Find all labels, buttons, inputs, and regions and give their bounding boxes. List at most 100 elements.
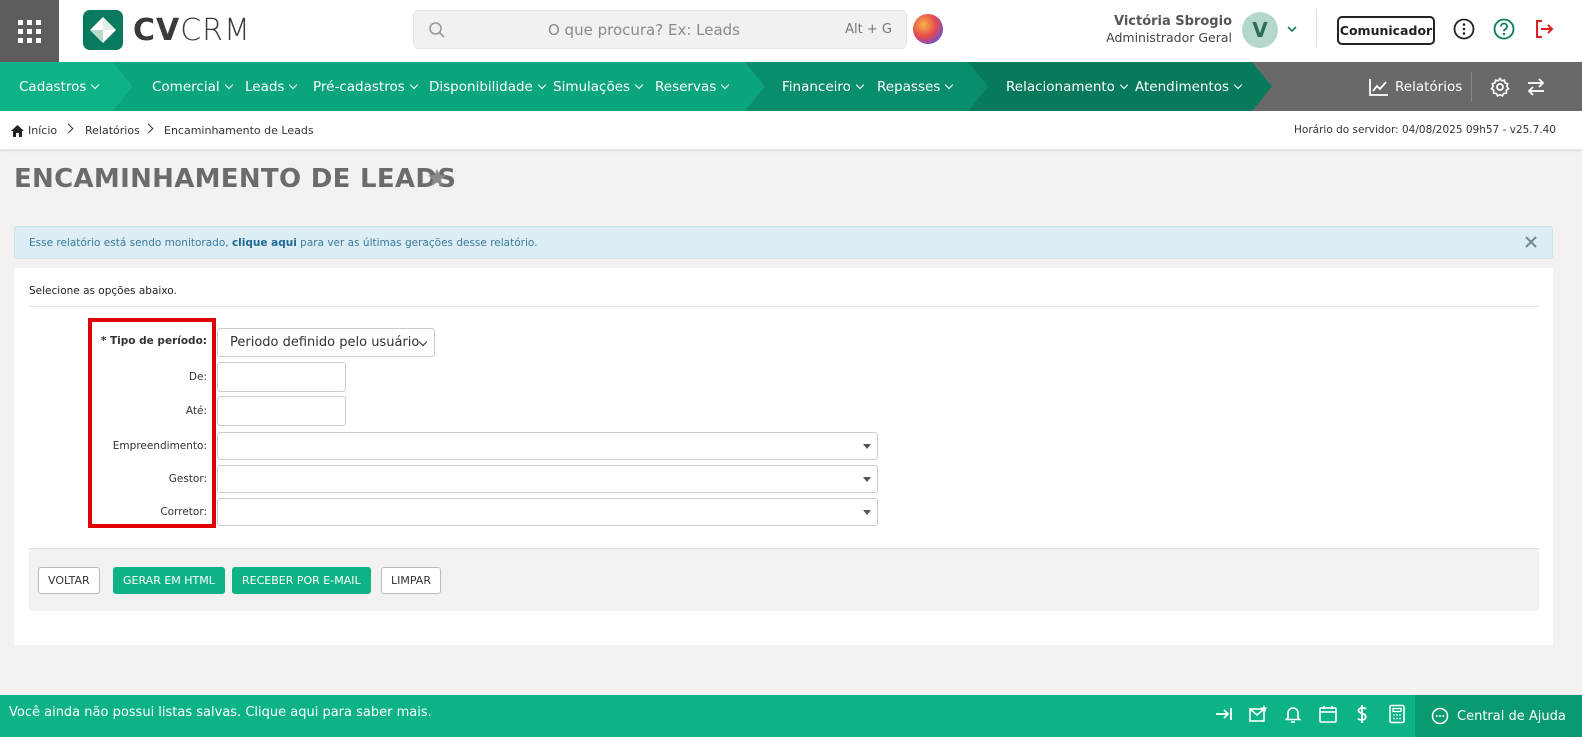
alert-link[interactable]: clique aqui bbox=[232, 237, 297, 249]
top-bar: CVCRM Alt + G Victória Sbrogio Administr… bbox=[0, 0, 1582, 62]
favorite-star-icon[interactable] bbox=[427, 168, 447, 188]
monitoring-alert: Esse relatório está sendo monitorado, cl… bbox=[14, 226, 1553, 259]
report-form-panel: Selecione as opções abaixo. * Tipo de pe… bbox=[14, 268, 1553, 645]
chevron-down-icon bbox=[537, 80, 547, 89]
corretor-select[interactable] bbox=[217, 498, 878, 526]
calculator-icon[interactable] bbox=[1387, 704, 1407, 724]
comunicador-button[interactable]: Comunicador bbox=[1337, 16, 1435, 45]
chevron-down-icon bbox=[721, 80, 730, 89]
nav-relacionamento[interactable]: Relacionamento bbox=[1006, 62, 1129, 111]
gestor-label: Gestor: bbox=[168, 473, 207, 485]
chart-line-icon bbox=[1369, 78, 1388, 96]
de-label: De: bbox=[188, 371, 207, 383]
swap-icon[interactable] bbox=[1526, 77, 1546, 97]
empreendimento-select[interactable] bbox=[217, 432, 878, 460]
nav-pre-cadastros[interactable]: Pré-cadastros bbox=[313, 62, 418, 111]
tipo-periodo-value: Periodo definido pelo usuário bbox=[230, 335, 420, 350]
tipo-periodo-label: * Tipo de período: bbox=[100, 335, 207, 347]
home-icon bbox=[11, 124, 24, 137]
divider bbox=[29, 306, 1539, 307]
form-actions: VOLTAR GERAR EM HTML RECEBER POR E-MAIL … bbox=[29, 548, 1539, 611]
nav-relatorios[interactable]: Relatórios bbox=[1369, 62, 1462, 111]
nav-repasses[interactable]: Repasses bbox=[877, 62, 954, 111]
chevron-down-icon bbox=[224, 80, 233, 89]
ai-assistant-icon[interactable] bbox=[913, 14, 943, 44]
nav-simulacoes[interactable]: Simulações bbox=[553, 62, 644, 111]
highlight-box bbox=[88, 318, 216, 528]
caret-down-icon bbox=[863, 510, 871, 515]
corretor-label: Corretor: bbox=[160, 506, 207, 518]
avatar[interactable]: V bbox=[1242, 12, 1278, 48]
nav-cadastros[interactable]: Cadastros bbox=[19, 62, 100, 111]
form-hint: Selecione as opções abaixo. bbox=[29, 285, 177, 297]
user-role: Administrador Geral bbox=[1106, 30, 1232, 45]
caret-down-icon bbox=[863, 444, 871, 449]
grid-icon bbox=[18, 19, 41, 43]
limpar-button[interactable]: LIMPAR bbox=[381, 567, 441, 594]
global-search[interactable]: Alt + G bbox=[413, 10, 907, 49]
chevron-down-icon bbox=[1233, 80, 1243, 89]
breadcrumb-home[interactable]: Início bbox=[11, 124, 57, 137]
dollar-icon[interactable] bbox=[1352, 704, 1372, 724]
chevron-down-icon[interactable] bbox=[1285, 22, 1299, 36]
divider bbox=[1316, 9, 1317, 47]
user-name: Victória Sbrogio bbox=[1113, 14, 1232, 29]
logo-text: CVCRM bbox=[133, 12, 251, 48]
alert-text: Esse relatório está sendo monitorado, cl… bbox=[29, 237, 538, 249]
chevron-down-icon bbox=[634, 80, 644, 89]
bell-icon[interactable] bbox=[1283, 704, 1303, 724]
breadcrumb: Início Relatórios Encaminhamento de Lead… bbox=[0, 111, 1582, 149]
logout-icon[interactable] bbox=[1533, 18, 1555, 40]
divider bbox=[1471, 72, 1472, 102]
voltar-button[interactable]: VOLTAR bbox=[38, 567, 100, 594]
nav-comercial[interactable]: Comercial bbox=[152, 62, 233, 111]
logo[interactable]: CVCRM bbox=[83, 10, 251, 50]
calendar-icon[interactable] bbox=[1318, 704, 1338, 724]
apps-menu-button[interactable] bbox=[0, 0, 59, 62]
chevron-down-icon bbox=[1119, 80, 1129, 89]
tipo-periodo-select[interactable]: Periodo definido pelo usuário bbox=[217, 328, 435, 357]
gestor-select[interactable] bbox=[217, 465, 878, 493]
collapse-right-icon[interactable] bbox=[1214, 704, 1234, 724]
ate-date-field[interactable] bbox=[217, 396, 346, 426]
chevron-right-icon bbox=[143, 123, 154, 134]
nav-disponibilidade[interactable]: Disponibilidade bbox=[429, 62, 547, 111]
chevron-down-icon bbox=[289, 80, 298, 89]
main-nav: Cadastros Comercial Leads Pré-cadastros … bbox=[0, 62, 1582, 111]
help-icon[interactable] bbox=[1493, 18, 1515, 40]
page-title: ENCAMINHAMENTO DE LEADS bbox=[14, 164, 457, 194]
breadcrumb-current: Encaminhamento de Leads bbox=[164, 124, 314, 137]
mail-star-icon[interactable] bbox=[1248, 704, 1268, 724]
receber-email-button[interactable]: RECEBER POR E-MAIL bbox=[232, 567, 371, 594]
close-icon[interactable] bbox=[1524, 235, 1538, 249]
server-time: Horário do servidor: 04/08/2025 09h57 - … bbox=[1294, 124, 1556, 136]
gear-icon[interactable] bbox=[1490, 77, 1510, 97]
search-icon bbox=[429, 22, 445, 38]
ate-label: Até: bbox=[185, 405, 207, 417]
de-date-field[interactable] bbox=[217, 362, 346, 392]
logo-mark-icon bbox=[83, 10, 123, 50]
saved-lists-message[interactable]: Você ainda não possui listas salvas. Cli… bbox=[9, 705, 432, 720]
chevron-right-icon bbox=[63, 123, 74, 134]
help-center-label: Central de Ajuda bbox=[1457, 708, 1566, 724]
nav-financeiro[interactable]: Financeiro bbox=[782, 62, 865, 111]
chevron-down-icon bbox=[945, 80, 954, 89]
nav-leads[interactable]: Leads bbox=[245, 62, 298, 111]
chevron-down-icon bbox=[91, 80, 100, 89]
user-info[interactable]: Victória Sbrogio Administrador Geral bbox=[1092, 14, 1232, 46]
footer-bar: Você ainda não possui listas salvas. Cli… bbox=[0, 695, 1582, 737]
gerar-html-button[interactable]: GERAR EM HTML bbox=[113, 567, 225, 594]
caret-down-icon bbox=[863, 477, 871, 482]
empreendimento-label: Empreendimento: bbox=[112, 440, 207, 452]
chat-icon bbox=[1431, 707, 1449, 725]
chevron-down-icon bbox=[418, 337, 428, 347]
search-shortcut: Alt + G bbox=[845, 22, 892, 37]
breadcrumb-relatorios[interactable]: Relatórios bbox=[85, 124, 140, 137]
more-options-icon[interactable] bbox=[1453, 18, 1475, 40]
nav-reservas[interactable]: Reservas bbox=[655, 62, 730, 111]
help-center-button[interactable]: Central de Ajuda bbox=[1415, 695, 1582, 737]
chevron-down-icon bbox=[855, 80, 865, 89]
search-input[interactable] bbox=[454, 11, 834, 48]
chevron-down-icon bbox=[409, 80, 418, 89]
nav-atendimentos[interactable]: Atendimentos bbox=[1135, 62, 1243, 111]
